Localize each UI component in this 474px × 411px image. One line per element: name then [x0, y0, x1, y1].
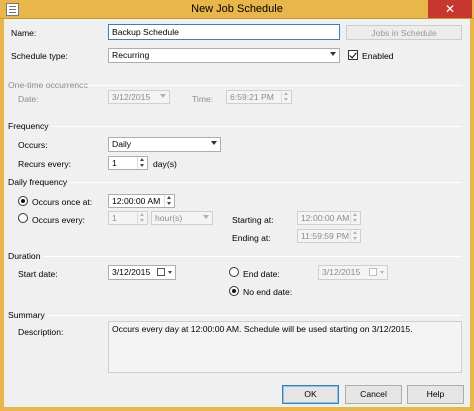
spinner-arrows-icon — [350, 212, 360, 224]
recurs-every-spinner[interactable]: 1 — [108, 156, 148, 170]
starting-at-spinner[interactable]: 12:00:00 AM — [297, 211, 361, 225]
one-time-divider — [80, 85, 462, 86]
spinner-arrows-icon — [137, 157, 147, 169]
schedule-type-select[interactable]: Recurring — [108, 48, 340, 63]
occurs-once-label: Occurs once at: — [32, 197, 93, 207]
end-date-radio[interactable] — [229, 267, 239, 277]
no-end-date-label: No end date: — [243, 287, 293, 297]
close-icon: ✕ — [444, 2, 456, 16]
summary-header: Summary — [8, 310, 45, 320]
start-date-picker[interactable]: 3/12/2015 — [108, 265, 176, 280]
ok-button[interactable]: OK — [282, 385, 339, 404]
name-input[interactable]: Backup Schedule — [108, 24, 340, 40]
one-time-time-value: 6:59:21 PM — [230, 92, 274, 102]
start-date-value: 3/12/2015 — [112, 267, 151, 277]
ending-at-label: Ending at: — [232, 233, 271, 243]
occurs-once-radio[interactable] — [18, 196, 28, 206]
description-textbox[interactable]: Occurs every day at 12:00:00 AM. Schedul… — [108, 321, 462, 373]
occurs-every-unit-select[interactable]: hour(s) — [151, 211, 213, 225]
chevron-down-icon — [203, 215, 209, 219]
calendar-icon — [369, 268, 377, 276]
duration-header: Duration — [8, 251, 41, 261]
occurs-every-spinner[interactable]: 1 — [108, 211, 148, 225]
recurs-every-unit: day(s) — [153, 159, 177, 169]
chevron-down-icon — [330, 52, 336, 56]
occurs-select[interactable]: Daily — [108, 137, 221, 152]
daily-frequency-header: Daily frequency — [8, 177, 68, 187]
one-time-date-value: 3/12/2015 — [112, 92, 151, 102]
name-label: Name: — [11, 28, 37, 38]
spinner-arrows-icon — [137, 212, 147, 224]
description-label: Description: — [18, 327, 64, 337]
end-date-label: End date: — [243, 269, 280, 279]
occurs-every-unit-value: hour(s) — [155, 213, 183, 223]
recurs-every-value: 1 — [112, 158, 117, 168]
jobs-in-schedule-button[interactable]: Jobs in Schedule — [346, 25, 462, 40]
ending-at-value: 11:59:59 PM — [301, 231, 350, 241]
occurs-once-time-spinner[interactable]: 12:00:00 AM — [108, 194, 175, 208]
occurs-value: Daily — [112, 139, 132, 149]
occurs-once-time-value: 12:00:00 AM — [112, 196, 161, 206]
ending-at-spinner[interactable]: 11:59:59 PM — [297, 229, 361, 243]
occurs-label: Occurs: — [18, 140, 48, 150]
one-time-date-label: Date: — [18, 94, 39, 104]
calendar-icon — [157, 268, 165, 276]
window-frame-bottom — [0, 407, 474, 411]
frequency-header: Frequency — [8, 121, 49, 131]
schedule-type-label: Schedule type: — [11, 51, 68, 61]
enabled-label: Enabled — [362, 51, 394, 61]
spinner-arrows-icon — [164, 195, 174, 207]
summary-divider — [48, 315, 462, 316]
one-time-time-label: Time: — [192, 94, 214, 104]
one-time-date-picker[interactable]: 3/12/2015 — [108, 90, 170, 104]
occurs-every-label: Occurs every: — [32, 215, 86, 225]
spinner-arrows-icon — [281, 91, 291, 103]
start-date-label: Start date: — [18, 269, 58, 279]
help-button[interactable]: Help — [407, 385, 464, 404]
starting-at-value: 12:00:00 AM — [301, 213, 350, 223]
starting-at-label: Starting at: — [232, 215, 274, 225]
name-value: Backup Schedule — [112, 27, 179, 37]
no-end-date-radio[interactable] — [229, 286, 239, 296]
chevron-down-icon — [211, 141, 217, 145]
one-time-occurrence-header: One-time occurrence — [8, 80, 89, 90]
one-time-time-spinner[interactable]: 6:59:21 PM — [226, 90, 292, 104]
end-date-value: 3/12/2015 — [322, 267, 361, 277]
frequency-divider — [52, 126, 462, 127]
duration-divider — [44, 256, 462, 257]
spinner-arrows-icon — [350, 230, 360, 242]
close-button[interactable]: ✕ — [428, 0, 472, 18]
enabled-checkbox[interactable] — [348, 50, 358, 60]
daily-frequency-divider — [70, 182, 462, 183]
window-frame-right — [470, 19, 474, 411]
schedule-type-value: Recurring — [112, 50, 150, 60]
end-date-picker[interactable]: 3/12/2015 — [318, 265, 388, 280]
occurs-every-value: 1 — [112, 213, 117, 223]
chevron-down-icon — [380, 271, 384, 274]
chevron-down-icon — [168, 271, 172, 274]
chevron-down-icon — [160, 94, 166, 98]
recurs-every-label: Recurs every: — [18, 159, 72, 169]
window-title: New Job Schedule — [191, 3, 283, 15]
cancel-button[interactable]: Cancel — [345, 385, 402, 404]
occurs-every-radio[interactable] — [18, 213, 28, 223]
